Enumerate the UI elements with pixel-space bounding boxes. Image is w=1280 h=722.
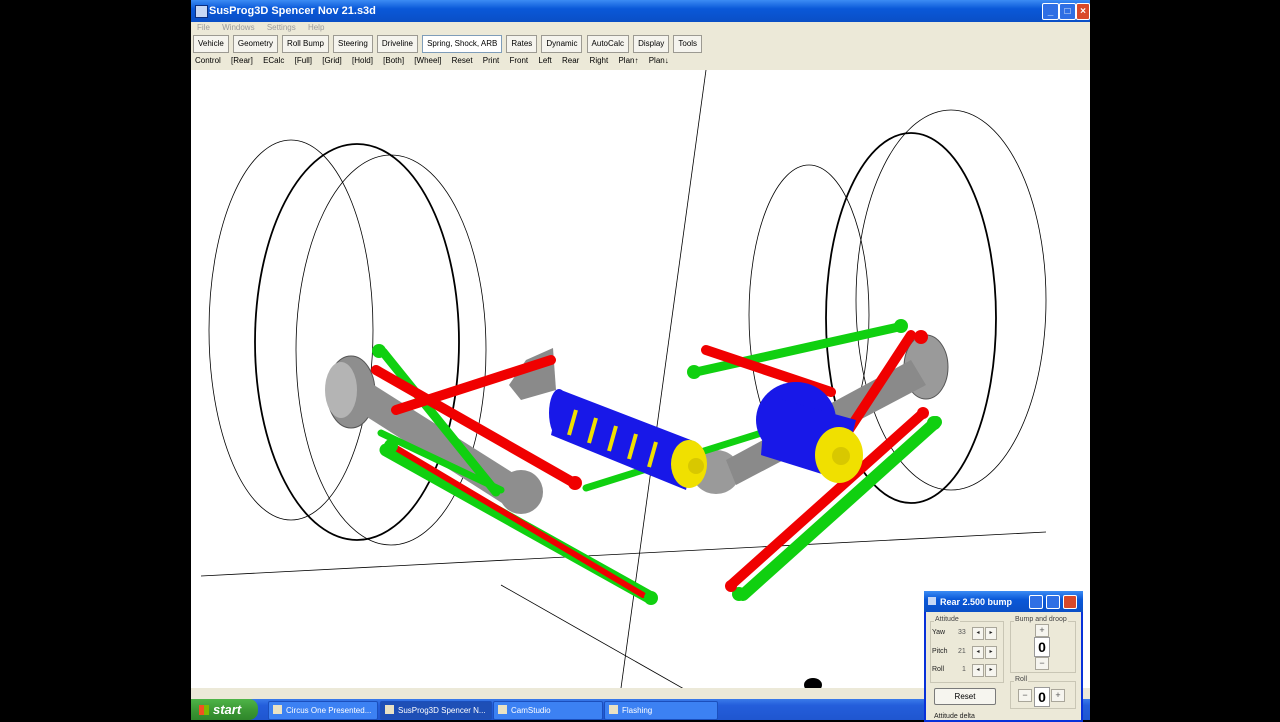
app-icon: [195, 5, 208, 18]
yaw-right-arrow[interactable]: ▸: [985, 627, 997, 640]
start-button[interactable]: start: [191, 699, 258, 720]
windows-logo-icon: [199, 705, 209, 715]
tab-autocalc[interactable]: AutoCalc: [586, 35, 630, 53]
taskbar-item-camstudio[interactable]: CamStudio: [493, 701, 603, 720]
bump-minus-button[interactable]: −: [1035, 657, 1049, 670]
tab-tools[interactable]: Tools: [673, 35, 703, 53]
taskbar-item-label: Circus One Presented...: [286, 706, 372, 715]
attitude-label: Attitude: [934, 616, 960, 623]
tab-geometry[interactable]: Geometry: [232, 35, 278, 53]
view-full-toggle[interactable]: [Full]: [295, 55, 312, 67]
view-both-toggle[interactable]: [Both]: [383, 55, 404, 67]
view-hold-toggle[interactable]: [Hold]: [352, 55, 373, 67]
taskbar-item-flashing[interactable]: Flashing: [604, 701, 718, 720]
tab-vehicle[interactable]: Vehicle: [193, 35, 229, 53]
left-wheel-outline-rear: [208, 139, 374, 521]
menu-bar: File Windows Settings Help: [191, 22, 1090, 34]
bump-plus-button[interactable]: +: [1035, 624, 1049, 637]
taskbar-item-susprog[interactable]: SusProg3D Spencer N...: [380, 701, 492, 720]
dialog-title: Rear 2.500 bump: [940, 597, 1013, 607]
tab-steering[interactable]: Steering: [333, 35, 373, 53]
roll-group-label: Roll: [1014, 676, 1029, 683]
pitch-right-arrow[interactable]: ▸: [985, 646, 997, 659]
dialog-maximize-button[interactable]: [1046, 595, 1060, 609]
view-print[interactable]: Print: [483, 55, 499, 67]
pitch-value: 21: [958, 648, 966, 655]
roll-left-arrow[interactable]: ◂: [972, 664, 984, 677]
start-label: start: [213, 702, 242, 717]
attitude-delta-label: Attitude delta: [934, 713, 975, 720]
reset-button[interactable]: Reset: [934, 688, 996, 705]
view-right[interactable]: Right: [590, 55, 609, 67]
dialog-icon: [928, 597, 936, 605]
app-icon: [385, 705, 394, 714]
view-reset[interactable]: Reset: [452, 55, 473, 67]
tab-driveline[interactable]: Driveline: [376, 35, 418, 53]
right-wheel-outline-front: [855, 109, 1047, 491]
tab-dynamic[interactable]: Dynamic: [541, 35, 583, 53]
ground-marker: [804, 678, 822, 688]
axis-line: [500, 584, 684, 688]
view-rear-toggle[interactable]: [Rear]: [231, 55, 253, 67]
menu-help[interactable]: Help: [308, 22, 324, 34]
ground-line: [200, 531, 1047, 577]
maximize-button[interactable]: □: [1059, 3, 1076, 20]
view-toolbar: Control [Rear] ECalc [Full] [Grid] [Hold…: [195, 55, 677, 67]
tab-roll-bump[interactable]: Roll Bump: [282, 35, 329, 53]
camera-icon: [498, 705, 507, 714]
bump-droop-label: Bump and droop: [1014, 616, 1068, 623]
bump-value: 0: [1034, 637, 1050, 657]
tab-spring-shock-arb[interactable]: Spring, Shock, ARB: [422, 35, 503, 53]
roll-plus-button[interactable]: +: [1051, 689, 1065, 702]
dialog-minimize-button[interactable]: [1029, 595, 1043, 609]
taskbar-item-label: SusProg3D Spencer N...: [398, 706, 486, 715]
menu-file[interactable]: File: [197, 22, 210, 34]
view-left[interactable]: Left: [538, 55, 551, 67]
dialog-close-button[interactable]: [1063, 595, 1077, 609]
window-title: SusProg3D Spencer Nov 21.s3d: [209, 5, 376, 17]
menu-windows[interactable]: Windows: [222, 22, 254, 34]
browser-icon: [273, 705, 282, 714]
tab-rates[interactable]: Rates: [506, 35, 538, 53]
main-toolbar: Vehicle Geometry Roll Bump Steering Driv…: [193, 35, 703, 53]
view-grid-toggle[interactable]: [Grid]: [322, 55, 342, 67]
roll-label: Roll: [932, 666, 945, 673]
roll-group-value: 0: [1034, 687, 1050, 707]
pitch-label: Pitch: [932, 648, 948, 655]
title-bar[interactable]: SusProg3D Spencer Nov 21.s3d _ □ ×: [191, 0, 1090, 22]
view-control[interactable]: Control: [195, 55, 221, 67]
yaw-left-arrow[interactable]: ◂: [972, 627, 984, 640]
yaw-value: 33: [958, 629, 966, 636]
view-rear[interactable]: Rear: [562, 55, 579, 67]
view-plan-up[interactable]: Plan↑: [618, 55, 638, 67]
close-button[interactable]: ×: [1076, 3, 1090, 20]
roll-right-arrow[interactable]: ▸: [985, 664, 997, 677]
taskbar-item-label: Flashing: [622, 706, 653, 715]
minimize-button[interactable]: _: [1042, 3, 1059, 20]
view-ecalc[interactable]: ECalc: [263, 55, 284, 67]
yaw-label: Yaw: [932, 629, 946, 636]
tab-display[interactable]: Display: [633, 35, 670, 53]
view-front[interactable]: Front: [509, 55, 528, 67]
taskbar-item-label: CamStudio: [511, 706, 551, 715]
window-icon: [609, 705, 618, 714]
roll-value: 1: [962, 666, 966, 673]
taskbar-item-circus[interactable]: Circus One Presented...: [268, 701, 378, 720]
pitch-left-arrow[interactable]: ◂: [972, 646, 984, 659]
view-plan-down[interactable]: Plan↓: [649, 55, 669, 67]
left-hub-assembly: [325, 355, 543, 514]
view-wheel-toggle[interactable]: [Wheel]: [414, 55, 441, 67]
dialog-title-bar[interactable]: Rear 2.500 bump: [924, 591, 1083, 612]
bump-dialog: Rear 2.500 bump Attitude Yaw 33 ◂ ▸ Pitc…: [924, 591, 1083, 722]
menu-settings[interactable]: Settings: [267, 22, 296, 34]
roll-minus-button[interactable]: −: [1018, 689, 1032, 702]
